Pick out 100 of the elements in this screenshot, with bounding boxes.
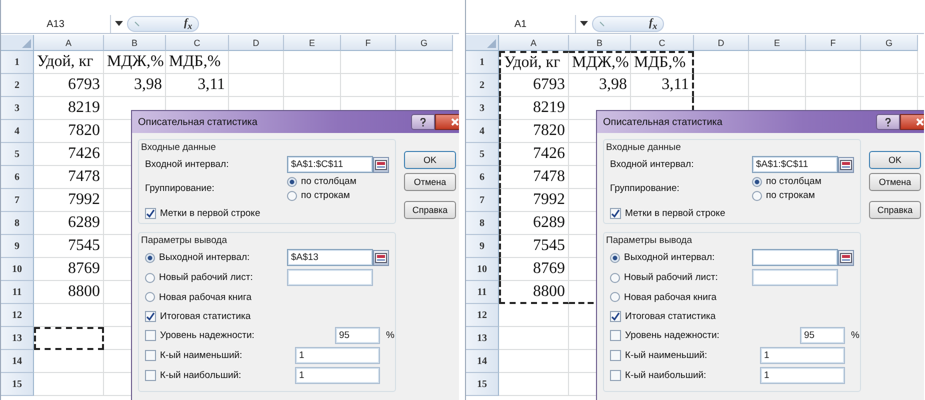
caret-icon[interactable] (580, 21, 588, 27)
input-range-field[interactable]: $A$1:$C$11 (752, 156, 838, 173)
column-header[interactable]: D (694, 35, 749, 51)
row-header[interactable]: 1 (1, 51, 34, 74)
column-header[interactable]: B (104, 35, 166, 51)
radio-option[interactable]: по строкам (287, 190, 373, 201)
dialog-title: Описательная статистика (138, 116, 258, 128)
row-header[interactable]: 7 (466, 189, 499, 212)
output-field[interactable] (752, 249, 838, 266)
column-header[interactable]: F (806, 35, 861, 51)
output-field[interactable]: $A$13 (287, 249, 373, 266)
number-field[interactable]: 1 (760, 347, 845, 364)
caret-icon[interactable] (115, 21, 123, 27)
checkbox-option[interactable]: Итоговая статистика (610, 310, 760, 322)
radio-option[interactable]: по строкам (752, 190, 838, 201)
empty-cell (229, 51, 284, 74)
radio-option[interactable]: Новая рабочая книга (145, 292, 287, 302)
column-header[interactable]: B (569, 35, 631, 51)
help-button[interactable] (876, 114, 900, 130)
group-legend: Входные данные (606, 142, 854, 153)
radio-option[interactable]: Выходной интервал: (145, 252, 287, 263)
table-cell: 8769 (499, 258, 569, 281)
row-header[interactable]: 10 (1, 258, 34, 281)
dialog-button[interactable]: Справка (869, 201, 921, 219)
help-button[interactable] (411, 114, 435, 130)
row-header[interactable]: 6 (1, 166, 34, 189)
radio-option[interactable]: Новая рабочая книга (610, 292, 752, 302)
row-header[interactable]: 5 (1, 143, 34, 166)
dialog-button[interactable]: Отмена (869, 173, 921, 191)
checkbox-option[interactable]: К-ый наименьший: (145, 350, 295, 361)
column-header[interactable]: E (749, 35, 806, 51)
row-header[interactable]: 2 (466, 74, 499, 97)
row-header[interactable]: 15 (1, 373, 34, 396)
row-header[interactable]: 4 (1, 120, 34, 143)
group-legend: Входные данные (141, 142, 389, 153)
row-header[interactable]: 14 (1, 350, 34, 373)
checkbox-option[interactable]: Уровень надежности: (610, 330, 760, 341)
row-header[interactable]: 2 (1, 74, 34, 97)
number-field[interactable]: 95 (335, 327, 380, 344)
insert-function-button[interactable]: f$_{x}$ (649, 16, 658, 32)
row-header[interactable]: 5 (466, 143, 499, 166)
column-header[interactable]: E (284, 35, 341, 51)
output-field[interactable] (287, 269, 373, 286)
number-field[interactable]: 1 (760, 367, 845, 384)
table-cell: МДБ,% (631, 51, 694, 74)
table-cell: Удой, кг (34, 51, 104, 74)
range-picker-button[interactable] (838, 156, 854, 172)
radio-option[interactable]: по столбцам (752, 176, 838, 187)
row-header[interactable]: 3 (466, 97, 499, 120)
checkbox-option[interactable]: К-ый наибольший: (610, 370, 760, 381)
row-header[interactable]: 4 (466, 120, 499, 143)
column-header[interactable]: C (631, 35, 694, 51)
row-header[interactable]: 11 (1, 281, 34, 304)
row-header[interactable]: 8 (466, 212, 499, 235)
range-picker-button[interactable] (838, 250, 854, 266)
column-header[interactable]: A (499, 35, 569, 51)
row-header[interactable]: 11 (466, 281, 499, 304)
column-header[interactable]: G (396, 35, 453, 51)
radio-option[interactable]: Новый рабочий лист: (145, 272, 287, 283)
checkbox-option[interactable]: Метки в первой строке (145, 208, 389, 219)
row-header[interactable]: 12 (466, 304, 499, 327)
radio-option[interactable]: Выходной интервал: (610, 252, 752, 263)
field-label: Входной интервал: (610, 159, 695, 170)
dialog-button[interactable]: Справка (404, 201, 456, 219)
range-picker-button[interactable] (373, 250, 389, 266)
number-field[interactable]: 1 (295, 347, 380, 364)
row-header[interactable]: 13 (466, 327, 499, 350)
row-header[interactable]: 1 (466, 51, 499, 74)
row-header[interactable]: 6 (466, 166, 499, 189)
column-header[interactable]: A (34, 35, 104, 51)
column-header[interactable]: D (229, 35, 284, 51)
checkbox-option[interactable]: К-ый наибольший: (145, 370, 295, 381)
row-header[interactable]: 8 (1, 212, 34, 235)
output-field[interactable] (752, 269, 838, 286)
row-header[interactable]: 12 (1, 304, 34, 327)
row-header[interactable]: 10 (466, 258, 499, 281)
column-header[interactable]: F (341, 35, 396, 51)
checkbox-option[interactable]: К-ый наименьший: (610, 350, 760, 361)
checkbox-option[interactable]: Итоговая статистика (145, 310, 295, 322)
dialog-button[interactable]: Отмена (404, 173, 456, 191)
range-picker-button[interactable] (373, 156, 389, 172)
input-range-field[interactable]: $A$1:$C$11 (287, 156, 373, 173)
column-header[interactable]: C (166, 35, 229, 51)
radio-option[interactable]: Новый рабочий лист: (610, 272, 752, 283)
row-header[interactable]: 3 (1, 97, 34, 120)
row-header[interactable]: 9 (466, 235, 499, 258)
number-field[interactable]: 95 (800, 327, 845, 344)
row-header[interactable]: 13 (1, 327, 34, 350)
radio-option[interactable]: по столбцам (287, 176, 373, 187)
row-header[interactable]: 14 (466, 350, 499, 373)
checkbox-option[interactable]: Метки в первой строке (610, 208, 854, 219)
number-field[interactable]: 1 (295, 367, 380, 384)
column-header[interactable]: G (861, 35, 918, 51)
insert-function-button[interactable]: f$_{x}$ (184, 16, 192, 32)
row-header[interactable]: 15 (466, 373, 499, 396)
row-header[interactable]: 9 (1, 235, 34, 258)
checkbox-option[interactable]: Уровень надежности: (145, 330, 295, 341)
dialog-button[interactable]: OK (404, 151, 456, 169)
dialog-button[interactable]: OK (869, 151, 921, 169)
row-header[interactable]: 7 (1, 189, 34, 212)
